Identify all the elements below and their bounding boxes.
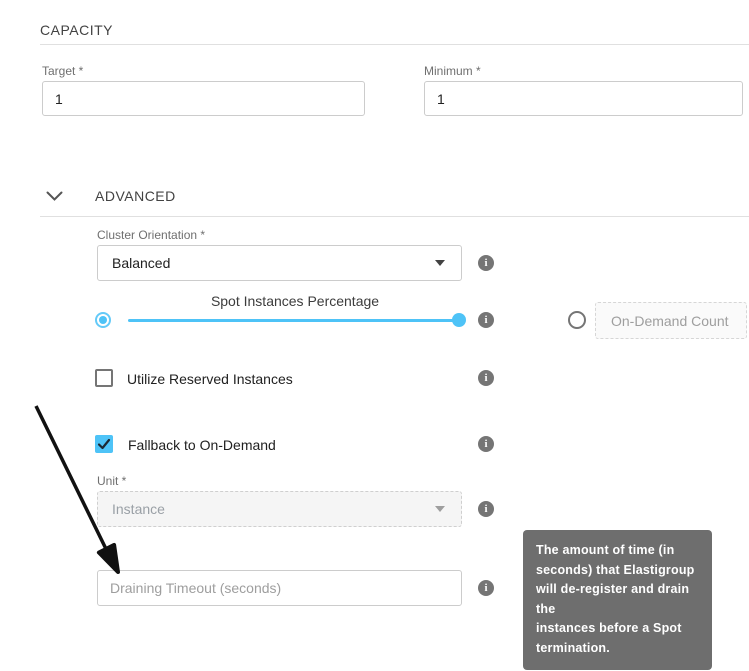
- capacity-settings-page: CAPACITY Target * Minimum * ADVANCED Clu…: [0, 0, 749, 671]
- cluster-orientation-select[interactable]: Balanced: [97, 245, 462, 281]
- on-demand-count-input: On-Demand Count: [595, 302, 747, 339]
- advanced-divider: [40, 216, 749, 217]
- unit-label: Unit *: [97, 474, 126, 488]
- radio-dot: [99, 316, 107, 324]
- on-demand-count-placeholder: On-Demand Count: [611, 313, 729, 329]
- minimum-input[interactable]: [424, 81, 743, 116]
- fallback-on-demand-label: Fallback to On-Demand: [128, 437, 276, 453]
- unit-select: Instance: [97, 491, 462, 527]
- spot-percentage-label: Spot Instances Percentage: [128, 293, 462, 309]
- cluster-orientation-value: Balanced: [112, 255, 170, 271]
- tooltip-line: seconds) that Elastigroup: [536, 561, 699, 581]
- target-input[interactable]: [42, 81, 365, 116]
- draining-timeout-input[interactable]: [97, 570, 462, 606]
- capacity-divider: [40, 44, 749, 45]
- info-icon[interactable]: i: [478, 580, 494, 596]
- minimum-label: Minimum *: [424, 64, 481, 78]
- dropdown-caret-icon: [435, 260, 445, 266]
- cluster-orientation-label: Cluster Orientation *: [97, 228, 205, 242]
- fallback-on-demand-checkbox[interactable]: [95, 435, 113, 453]
- draining-timeout-tooltip: The amount of time (in seconds) that Ela…: [523, 530, 712, 670]
- capacity-section-title: CAPACITY: [40, 22, 113, 38]
- spot-percentage-slider-track[interactable]: [128, 319, 458, 322]
- info-icon[interactable]: i: [478, 501, 494, 517]
- info-icon[interactable]: i: [478, 370, 494, 386]
- tooltip-line: instances before a Spot: [536, 619, 699, 639]
- info-icon[interactable]: i: [478, 312, 494, 328]
- utilize-reserved-label: Utilize Reserved Instances: [127, 371, 293, 387]
- tooltip-line: will de-register and drain the: [536, 580, 699, 619]
- checkmark-icon: [95, 435, 113, 453]
- spot-percentage-radio[interactable]: [95, 312, 111, 328]
- spot-percentage-slider-thumb[interactable]: [452, 313, 466, 327]
- info-icon[interactable]: i: [478, 255, 494, 271]
- unit-value: Instance: [112, 501, 165, 517]
- chevron-down-icon[interactable]: [46, 189, 63, 207]
- on-demand-count-radio[interactable]: [568, 311, 586, 329]
- info-icon[interactable]: i: [478, 436, 494, 452]
- tooltip-line: The amount of time (in: [536, 541, 699, 561]
- dropdown-caret-icon: [435, 506, 445, 512]
- advanced-section-title: ADVANCED: [95, 188, 176, 204]
- target-label: Target *: [42, 64, 83, 78]
- tooltip-line: termination.: [536, 639, 699, 659]
- utilize-reserved-checkbox[interactable]: [95, 369, 113, 387]
